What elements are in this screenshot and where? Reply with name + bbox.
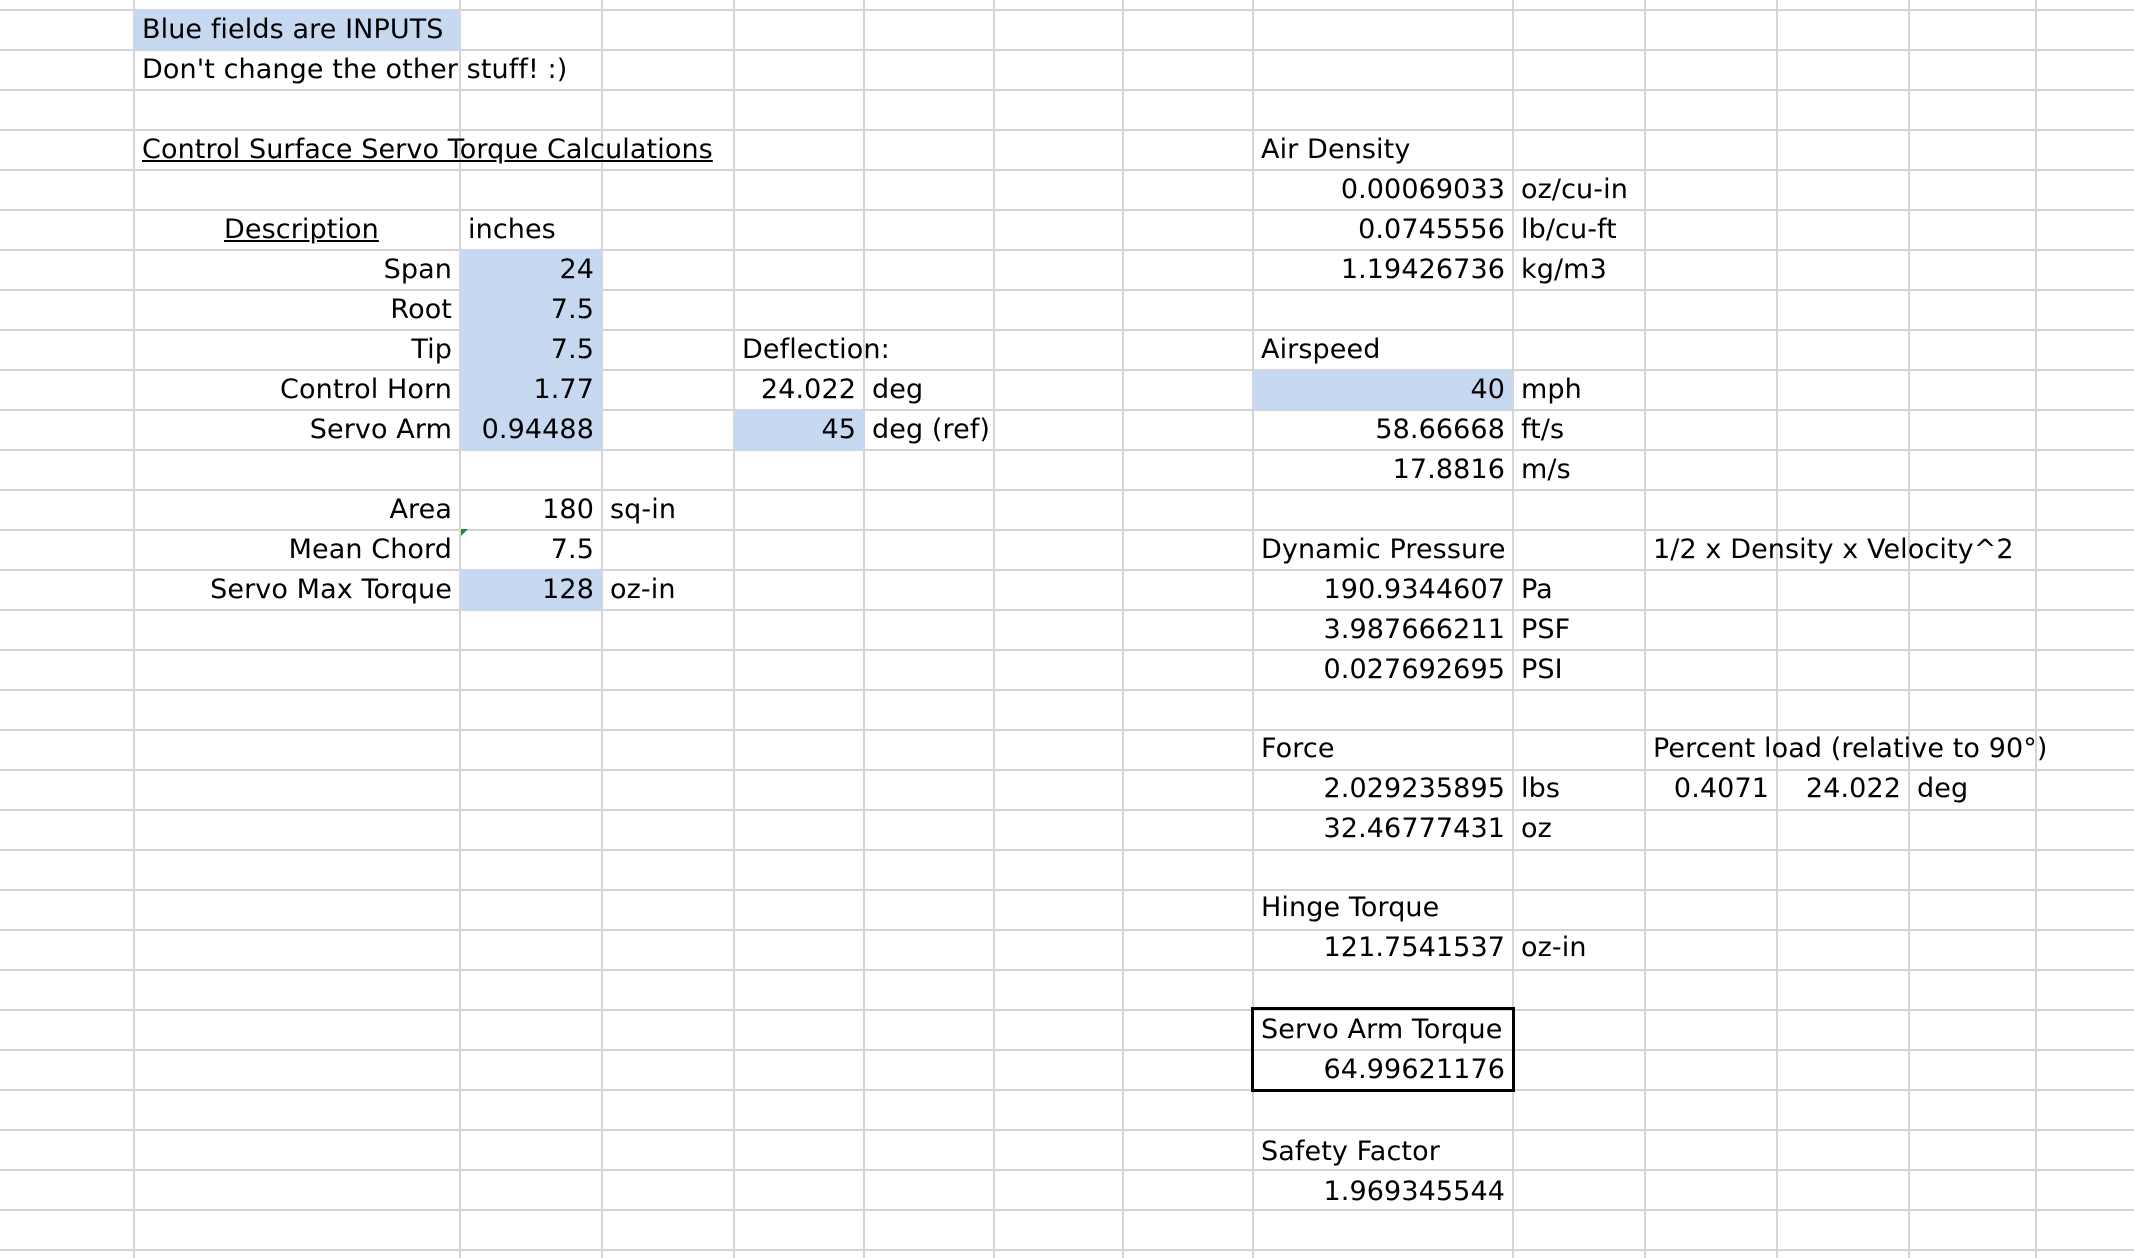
air-density-unit-3[interactable]: kg/m3 bbox=[1513, 250, 1647, 290]
dynamic-pressure-value-2[interactable]: 3.987666211 bbox=[1253, 610, 1513, 650]
tip-input[interactable]: 7.5 bbox=[460, 330, 602, 370]
dynamic-pressure-unit-3[interactable]: PSI bbox=[1513, 650, 1647, 690]
deflection-value[interactable]: 24.022 bbox=[734, 370, 864, 410]
air-density-label[interactable]: Air Density bbox=[1253, 130, 1513, 170]
dynamic-pressure-formula[interactable]: 1/2 x Density x Velocity^2 bbox=[1645, 530, 2085, 570]
note-dont-change[interactable]: Don't change the other stuff! :) bbox=[134, 50, 594, 90]
servo-max-torque-unit[interactable]: oz-in bbox=[602, 570, 734, 610]
air-density-unit-1[interactable]: oz/cu-in bbox=[1513, 170, 1647, 210]
airspeed-value-3[interactable]: 17.8816 bbox=[1253, 450, 1513, 490]
mean-chord-value[interactable]: 7.5 bbox=[460, 530, 602, 570]
hinge-torque-label[interactable]: Hinge Torque bbox=[1253, 888, 1513, 928]
root-label[interactable]: Root bbox=[134, 290, 460, 330]
tip-label[interactable]: Tip bbox=[134, 330, 460, 370]
force-unit-1[interactable]: lbs bbox=[1513, 769, 1647, 809]
airspeed-unit-1[interactable]: mph bbox=[1513, 370, 1647, 410]
dynamic-pressure-unit-1[interactable]: Pa bbox=[1513, 570, 1647, 610]
area-unit[interactable]: sq-in bbox=[602, 490, 734, 530]
servo-arm-label[interactable]: Servo Arm bbox=[134, 410, 460, 450]
cell-comment-marker-icon bbox=[461, 529, 468, 536]
percent-load-deflection-unit[interactable]: deg bbox=[1909, 769, 2033, 809]
force-label[interactable]: Force bbox=[1253, 729, 1513, 769]
sheet-title[interactable]: Control Surface Servo Torque Calculation… bbox=[134, 130, 834, 170]
servo-max-torque-label[interactable]: Servo Max Torque bbox=[134, 570, 460, 610]
airspeed-input[interactable]: 40 bbox=[1253, 370, 1513, 410]
hinge-torque-unit[interactable]: oz-in bbox=[1513, 928, 1647, 968]
servo-arm-torque-value[interactable]: 64.99621176 bbox=[1253, 1050, 1513, 1090]
control-horn-input[interactable]: 1.77 bbox=[460, 370, 602, 410]
air-density-value-3[interactable]: 1.19426736 bbox=[1253, 250, 1513, 290]
percent-load-label[interactable]: Percent load (relative to 90°) bbox=[1645, 729, 2085, 769]
deflection-ref-input[interactable]: 45 bbox=[734, 410, 864, 450]
area-label[interactable]: Area bbox=[134, 490, 460, 530]
description-header[interactable]: Description bbox=[224, 210, 379, 250]
dynamic-pressure-unit-2[interactable]: PSF bbox=[1513, 610, 1647, 650]
spreadsheet-grid bbox=[0, 0, 2134, 1258]
airspeed-value-2[interactable]: 58.66668 bbox=[1253, 410, 1513, 450]
percent-load-deflection[interactable]: 24.022 bbox=[1777, 769, 1909, 809]
dynamic-pressure-label[interactable]: Dynamic Pressure bbox=[1253, 530, 1513, 570]
airspeed-unit-3[interactable]: m/s bbox=[1513, 450, 1647, 490]
airspeed-unit-2[interactable]: ft/s bbox=[1513, 410, 1647, 450]
span-input[interactable]: 24 bbox=[460, 250, 602, 290]
force-value-1[interactable]: 2.029235895 bbox=[1253, 769, 1513, 809]
percent-load-value[interactable]: 0.4071 bbox=[1645, 769, 1777, 809]
servo-max-torque-input[interactable]: 128 bbox=[460, 570, 602, 610]
force-value-2[interactable]: 32.46777431 bbox=[1253, 809, 1513, 849]
area-value[interactable]: 180 bbox=[460, 490, 602, 530]
hinge-torque-value[interactable]: 121.7541537 bbox=[1253, 928, 1513, 968]
note-inputs[interactable]: Blue fields are INPUTS bbox=[134, 10, 460, 50]
control-horn-label[interactable]: Control Horn bbox=[134, 370, 460, 410]
airspeed-label[interactable]: Airspeed bbox=[1253, 330, 1513, 370]
safety-factor-label[interactable]: Safety Factor bbox=[1253, 1132, 1513, 1172]
air-density-unit-2[interactable]: lb/cu-ft bbox=[1513, 210, 1647, 250]
servo-arm-input[interactable]: 0.94488 bbox=[460, 410, 602, 450]
root-input[interactable]: 7.5 bbox=[460, 290, 602, 330]
dynamic-pressure-value-3[interactable]: 0.027692695 bbox=[1253, 650, 1513, 690]
deflection-unit[interactable]: deg bbox=[864, 370, 994, 410]
servo-arm-torque-label[interactable]: Servo Arm Torque bbox=[1253, 1010, 1513, 1050]
force-unit-2[interactable]: oz bbox=[1513, 809, 1647, 849]
deflection-label[interactable]: Deflection: bbox=[734, 330, 1034, 370]
air-density-value-2[interactable]: 0.0745556 bbox=[1253, 210, 1513, 250]
deflection-ref-unit[interactable]: deg (ref) bbox=[864, 410, 1024, 450]
air-density-value-1[interactable]: 0.00069033 bbox=[1253, 170, 1513, 210]
span-label[interactable]: Span bbox=[134, 250, 460, 290]
units-header[interactable]: inches bbox=[460, 210, 602, 250]
dynamic-pressure-value-1[interactable]: 190.9344607 bbox=[1253, 570, 1513, 610]
safety-factor-value[interactable]: 1.969345544 bbox=[1253, 1172, 1513, 1212]
mean-chord-label[interactable]: Mean Chord bbox=[134, 530, 460, 570]
